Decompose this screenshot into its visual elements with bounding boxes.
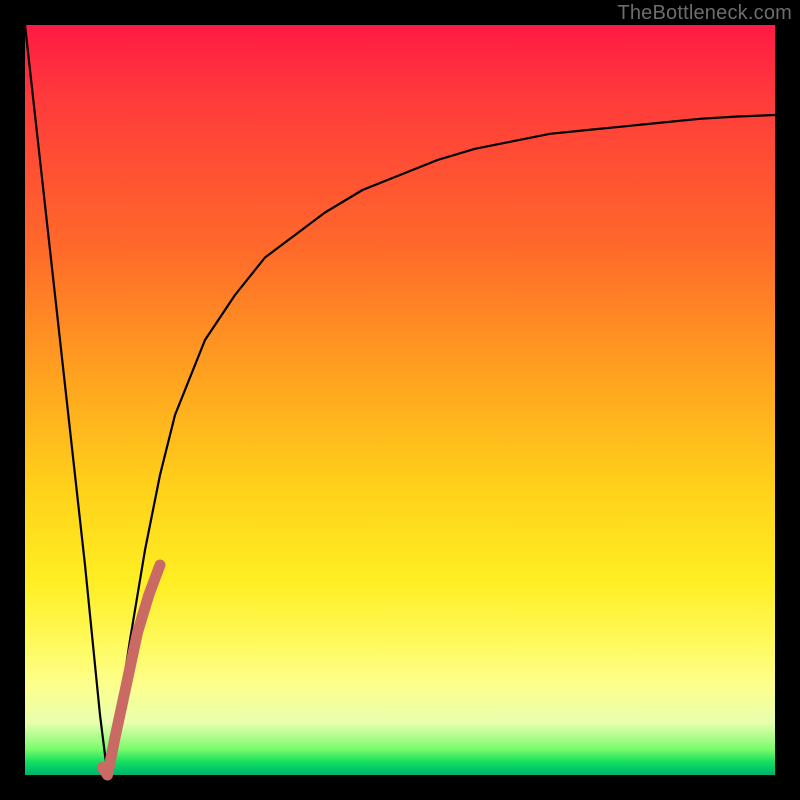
curve-layer [25, 25, 775, 775]
watermark-text: TheBottleneck.com [617, 2, 792, 25]
chart-frame: TheBottleneck.com [0, 0, 800, 800]
plot-area [25, 25, 775, 775]
bottleneck-curve-path [25, 25, 775, 775]
highlight-segment-path [102, 565, 160, 775]
